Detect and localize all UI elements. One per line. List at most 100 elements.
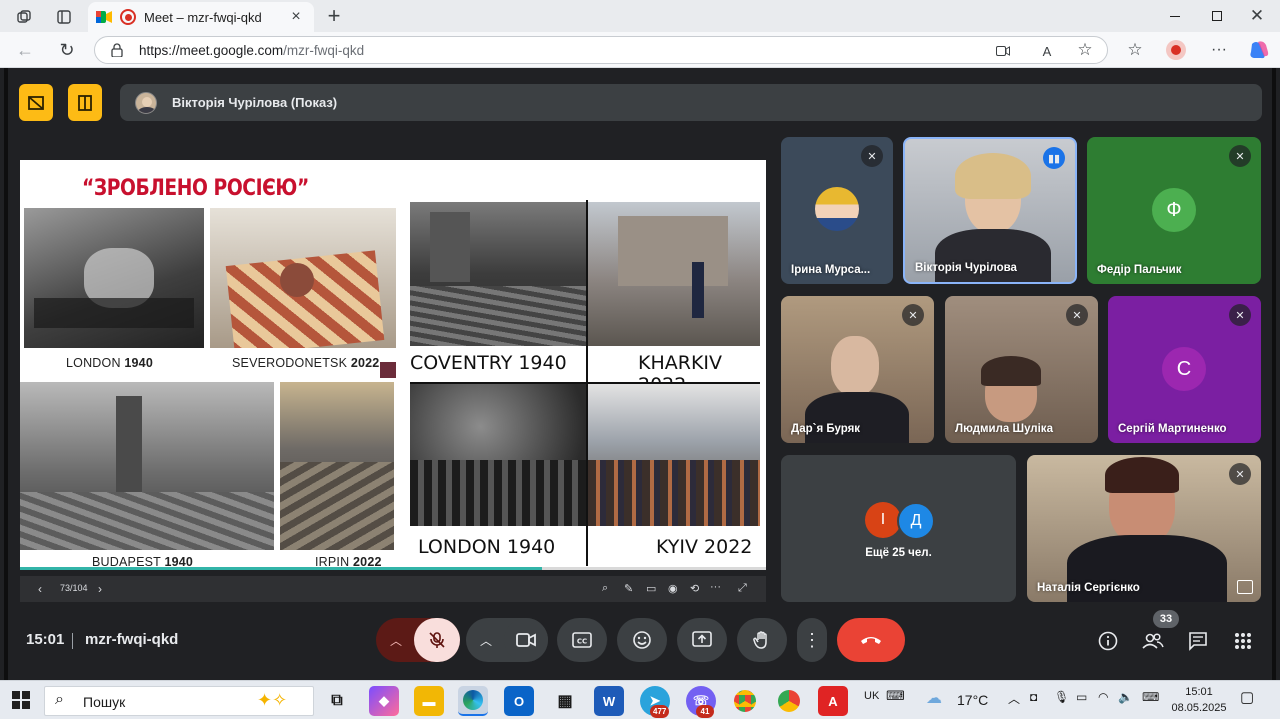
- mic-options-icon[interactable]: ︿: [376, 618, 416, 662]
- new-tab-icon[interactable]: +: [322, 3, 346, 28]
- notifications-icon[interactable]: ▢: [1240, 688, 1254, 706]
- extension-icon[interactable]: [1166, 40, 1186, 60]
- captions-button[interactable]: CC: [557, 618, 607, 662]
- microsoft-store-icon[interactable]: ▦: [550, 686, 580, 716]
- search-icon: ⌕: [55, 691, 64, 708]
- browser-tab-meet[interactable]: Meet – mzr-fwqi-qkd ×: [88, 2, 314, 32]
- telegram-badge: 477: [650, 705, 670, 718]
- end-call-button[interactable]: [837, 618, 905, 662]
- read-aloud-icon[interactable]: A: [1037, 41, 1057, 61]
- participant-tile[interactable]: ✕ Ірина Мурса...: [781, 137, 893, 284]
- close-tab-icon[interactable]: ×: [288, 8, 304, 25]
- close-window-icon[interactable]: ✕: [1246, 6, 1268, 26]
- url-field[interactable]: https://meet.google.com/mzr-fwqi-qkd A ☆: [94, 36, 1108, 64]
- pin-tile-icon[interactable]: [1237, 580, 1253, 594]
- more-options-button[interactable]: ⋮: [797, 618, 827, 662]
- photo-kharkiv-2022: [588, 202, 760, 346]
- raise-hand-button[interactable]: [737, 618, 787, 662]
- camera-tray-icon: ◘: [1030, 690, 1038, 704]
- pen-icon[interactable]: ✎: [624, 582, 633, 595]
- people-button[interactable]: [1138, 626, 1168, 656]
- meeting-info-button[interactable]: [1093, 626, 1123, 656]
- clock-time[interactable]: 15:01: [1172, 686, 1226, 698]
- meeting-time: 15:01: [26, 631, 65, 648]
- file-explorer-icon[interactable]: ▬: [414, 686, 444, 716]
- present-screen-icon: [692, 631, 712, 647]
- reload-icon[interactable]: ↻: [56, 39, 78, 61]
- muted-mic-icon: ✕: [861, 145, 883, 167]
- task-view-icon[interactable]: ⧉: [322, 686, 352, 716]
- chrome-icon[interactable]: [774, 686, 804, 716]
- loop-icon[interactable]: ⟲: [690, 582, 699, 595]
- slide-marker: [380, 362, 396, 378]
- photo-london-1940: [24, 208, 204, 348]
- fullscreen-icon[interactable]: ⤢: [738, 582, 747, 595]
- camera-in-use-icon[interactable]: [993, 41, 1013, 61]
- participant-body: [805, 392, 909, 443]
- camera-button[interactable]: [504, 618, 548, 662]
- battery-icon[interactable]: ▭: [1076, 690, 1087, 704]
- touch-keyboard-icon[interactable]: ⌨: [1142, 690, 1159, 704]
- volume-icon[interactable]: 🔈: [1118, 690, 1133, 704]
- temperature[interactable]: 17°C: [957, 692, 988, 708]
- taskbar-search-box[interactable]: ⌕ Пошук ✦✧: [44, 686, 314, 716]
- others-tile[interactable]: І Д Ещё 25 чел.: [781, 455, 1016, 602]
- keyboard-icon[interactable]: ⌨: [886, 688, 905, 704]
- wifi-icon[interactable]: ◠: [1098, 690, 1108, 704]
- presentation-banner: Вікторія Чурілова (Показ): [120, 84, 1262, 121]
- maximize-icon[interactable]: [1206, 6, 1228, 26]
- settings-more-icon[interactable]: ···: [1208, 39, 1230, 61]
- more-options-icon[interactable]: ···: [710, 581, 721, 593]
- broadcast-icon[interactable]: ◉: [668, 582, 678, 595]
- speaking-indicator-icon: ▮▮: [1043, 147, 1065, 169]
- back-icon[interactable]: ←: [14, 39, 36, 61]
- clock-date[interactable]: 08.05.2025: [1170, 702, 1228, 714]
- favorite-star-icon[interactable]: ☆: [1075, 40, 1095, 60]
- hide-tiles-button[interactable]: [19, 84, 53, 121]
- unmute-button[interactable]: [414, 618, 460, 662]
- separator: [72, 633, 73, 649]
- participant-tile[interactable]: ✕ Людмила Шуліка: [945, 296, 1098, 443]
- chrome-profile-icon[interactable]: [730, 686, 760, 716]
- activities-button[interactable]: [1228, 626, 1258, 656]
- minimize-icon[interactable]: [1164, 6, 1186, 26]
- participant-name: Ірина Мурса...: [791, 264, 871, 276]
- captions-icon[interactable]: ▭: [646, 582, 656, 595]
- recording-indicator-icon: [120, 9, 136, 25]
- participant-tile-speaking[interactable]: ▮▮ Вікторія Чурілова: [903, 137, 1077, 284]
- word-icon[interactable]: W: [594, 686, 624, 716]
- sparkle-icon: ✦✧: [257, 690, 288, 710]
- layout-button[interactable]: [68, 84, 102, 121]
- copilot-icon[interactable]: [1248, 40, 1270, 60]
- muted-mic-icon: ✕: [1229, 145, 1251, 167]
- next-slide-icon[interactable]: ›: [98, 582, 102, 596]
- show-hidden-icons-icon[interactable]: ︿: [1008, 690, 1020, 707]
- hand-icon: [753, 631, 767, 649]
- edge-browser-icon[interactable]: [458, 686, 488, 716]
- acrobat-icon[interactable]: A: [818, 686, 848, 716]
- weather-cloud-icon[interactable]: ☁: [926, 688, 942, 708]
- participant-tile[interactable]: Ф ✕ Федір Пальчик: [1087, 137, 1261, 284]
- zoom-icon[interactable]: ⌕: [602, 582, 608, 595]
- camera-options-icon[interactable]: ︿: [466, 618, 506, 662]
- prev-slide-icon[interactable]: ‹: [38, 582, 42, 596]
- reactions-button[interactable]: [617, 618, 667, 662]
- chat-button[interactable]: [1183, 626, 1213, 656]
- tab-actions-icon[interactable]: [50, 6, 78, 28]
- participant-avatar: С: [1162, 347, 1206, 391]
- windows-start-icon[interactable]: [12, 691, 30, 709]
- outlook-icon[interactable]: O: [504, 686, 534, 716]
- language-indicator[interactable]: UK: [864, 690, 879, 702]
- favorites-icon[interactable]: ☆: [1124, 39, 1146, 61]
- present-button[interactable]: [677, 618, 727, 662]
- participant-tile[interactable]: ✕ Наталія Сергієнко: [1027, 455, 1261, 602]
- participant-tile[interactable]: ✕ Дар`я Буряк: [781, 296, 934, 443]
- photo-severodonetsk-2022: [210, 208, 396, 348]
- muted-mic-icon: ✕: [1229, 304, 1251, 326]
- info-icon: [1098, 631, 1118, 651]
- photo-kyiv-2022: [588, 384, 760, 526]
- participant-tile[interactable]: С ✕ Сергій Мартиненко: [1108, 296, 1261, 443]
- svg-text:CC: CC: [577, 638, 587, 646]
- workspaces-icon[interactable]: [10, 6, 38, 28]
- copilot-app-icon[interactable]: ◆: [369, 686, 399, 716]
